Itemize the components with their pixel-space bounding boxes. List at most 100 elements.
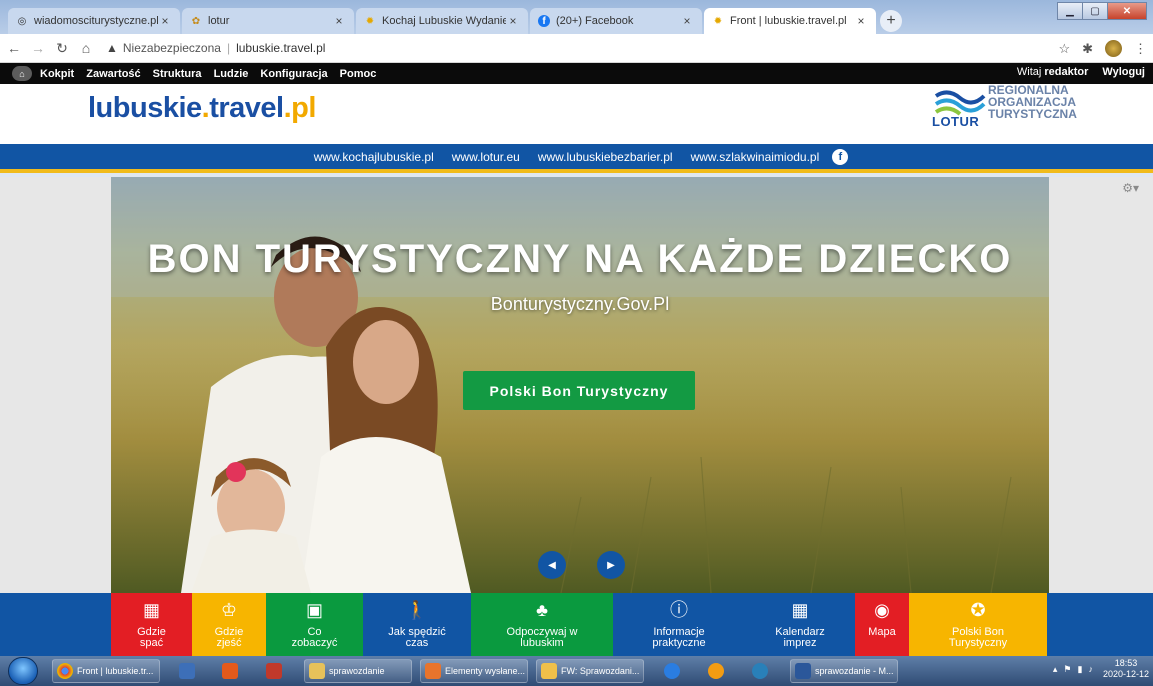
- bookmark-star-icon[interactable]: ☆: [1058, 41, 1070, 57]
- category-informacje-praktyczne[interactable]: ⓘ Informacje praktyczne: [613, 593, 745, 656]
- maximize-button[interactable]: ▢: [1082, 2, 1108, 20]
- facebook-icon[interactable]: f: [832, 148, 849, 165]
- browser-menu-icon[interactable]: ⋮: [1134, 41, 1147, 57]
- site-header: lubuskie.travel.pl LOTUR REGIONALNA ORGA…: [0, 84, 1153, 144]
- category-jak-spedzic-czas[interactable]: 🚶 Jak spędzić czas: [363, 593, 471, 656]
- lotur-logo[interactable]: LOTUR REGIONALNA ORGANIZACJA TURYSTYCZNA: [930, 84, 1100, 140]
- media-player-icon: [222, 663, 238, 679]
- taskbar-item-chrome[interactable]: Front | lubuskie.tr...: [52, 659, 160, 683]
- admin-username[interactable]: redaktor: [1044, 66, 1088, 78]
- system-tray: ▴ ⚑ ▮ ♪ 18:53 2020-12-12: [1053, 658, 1149, 680]
- minimize-button[interactable]: ▁: [1057, 2, 1083, 20]
- taskbar-item-outlook[interactable]: Elementy wysłane...: [420, 659, 528, 683]
- partner-link-lubuskiebezbarier[interactable]: www.lubuskiebezbarier.pl: [538, 150, 673, 164]
- network-icon[interactable]: ▮: [1078, 664, 1083, 675]
- profile-avatar[interactable]: [1105, 40, 1122, 57]
- home-icon[interactable]: ⌂: [76, 40, 96, 56]
- category-menu: ▦ Gdzie spać ♔ Gdzie zjeść ▣ Co zobaczyć…: [0, 593, 1153, 656]
- app-icon: [266, 663, 282, 679]
- partner-link-lotur[interactable]: www.lotur.eu: [452, 150, 520, 164]
- windows-taskbar: Front | lubuskie.tr... sprawozdanie Elem…: [0, 656, 1153, 686]
- tray-arrow-icon[interactable]: ▴: [1053, 664, 1058, 675]
- partner-links-bar: www.kochajlubuskie.pl www.lotur.eu www.l…: [0, 144, 1153, 173]
- site-logo[interactable]: lubuskie.travel.pl: [88, 92, 316, 125]
- admin-menu-pomoc[interactable]: Pomoc: [340, 68, 377, 80]
- admin-home-icon[interactable]: ⌂: [12, 66, 32, 81]
- tree-icon: ♣: [536, 599, 548, 620]
- taskbar-pin[interactable]: [218, 659, 242, 683]
- taskbar-pin[interactable]: [704, 659, 728, 683]
- admin-welcome: Witaj redaktor: [1016, 66, 1089, 78]
- category-mapa[interactable]: ◉ Mapa: [855, 593, 909, 656]
- chef-icon: ♔: [220, 599, 238, 620]
- category-kalendarz-imprez[interactable]: ▦ Kalendarz imprez: [745, 593, 855, 656]
- category-gdzie-spac[interactable]: ▦ Gdzie spać: [111, 593, 192, 656]
- info-icon: ⓘ: [670, 599, 688, 620]
- polski-bon-button[interactable]: Polski Bon Turystyczny: [463, 371, 695, 410]
- taskbar-pin[interactable]: [660, 659, 684, 683]
- chrome-icon: [57, 663, 73, 679]
- app-icon: [708, 663, 724, 679]
- browser-tab-strip: ◎ wiadomosciturystyczne.pl/aktual × ✿ lo…: [0, 0, 1153, 34]
- browser-tab[interactable]: f (20+) Facebook ×: [530, 8, 702, 34]
- calendar-icon: ▦: [791, 599, 809, 620]
- new-tab-button[interactable]: +: [880, 10, 902, 32]
- partner-link-kochajlubuskie[interactable]: www.kochajlubuskie.pl: [314, 150, 434, 164]
- tab-title: Kochaj Lubuskie Wydanie specja: [382, 15, 506, 27]
- facebook-icon: f: [538, 15, 550, 27]
- folder-icon: [309, 663, 325, 679]
- volume-icon[interactable]: ♪: [1088, 664, 1093, 674]
- forward-icon[interactable]: →: [28, 40, 48, 56]
- start-button[interactable]: [8, 657, 38, 685]
- browser-tab[interactable]: ✹ Kochaj Lubuskie Wydanie specja ×: [356, 8, 528, 34]
- category-co-zobaczyc[interactable]: ▣ Co zobaczyć: [266, 593, 363, 656]
- browser-tab[interactable]: ✿ lotur ×: [182, 8, 354, 34]
- security-label: Niezabezpieczona: [122, 41, 221, 55]
- browser-tab-active[interactable]: ✹ Front | lubuskie.travel.pl ×: [704, 8, 876, 34]
- taskbar-pin[interactable]: [262, 659, 286, 683]
- admin-menu-kokpit[interactable]: Kokpit: [40, 68, 74, 80]
- back-icon[interactable]: ←: [4, 40, 24, 56]
- url-field[interactable]: ▲ Niezabezpieczona | lubuskie.travel.pl: [106, 41, 325, 55]
- reload-icon[interactable]: ↻: [52, 40, 72, 57]
- hotel-icon: ▦: [142, 599, 160, 620]
- app-icon: [179, 663, 195, 679]
- admin-menu-struktura[interactable]: Struktura: [153, 68, 202, 80]
- hero-subtitle[interactable]: Bonturystyczny.Gov.Pl: [111, 294, 1049, 315]
- close-tab-icon[interactable]: ×: [680, 14, 694, 28]
- globe-icon: ◎: [17, 15, 27, 27]
- close-tab-icon[interactable]: ×: [506, 14, 520, 28]
- taskbar-item-folder[interactable]: sprawozdanie: [304, 659, 412, 683]
- taskbar-pin[interactable]: [748, 659, 772, 683]
- location-pin-icon: ◉: [874, 599, 890, 620]
- close-tab-icon[interactable]: ×: [854, 14, 868, 28]
- outlook-icon: [425, 663, 441, 679]
- partner-link-szlakwinaimiodu[interactable]: www.szlakwinaimiodu.pl: [691, 150, 820, 164]
- admin-menu-zawartosc[interactable]: Zawartość: [86, 68, 140, 80]
- address-bar: ← → ↻ ⌂ ▲ Niezabezpieczona | lubuskie.tr…: [0, 34, 1153, 63]
- admin-menu-konfiguracja[interactable]: Konfiguracja: [260, 68, 327, 80]
- admin-menu-ludzie[interactable]: Ludzie: [214, 68, 249, 80]
- gear-icon[interactable]: ⚙▾: [1122, 181, 1139, 195]
- close-tab-icon[interactable]: ×: [332, 14, 346, 28]
- hero-area: ⚙▾ BON TURYSTYCZNY NA KAŻDE DZIECKO Bont…: [0, 177, 1153, 593]
- clock[interactable]: 18:53 2020-12-12: [1103, 658, 1149, 680]
- taskbar-item-mail[interactable]: FW: Sprawozdani...: [536, 659, 644, 683]
- close-tab-icon[interactable]: ×: [158, 14, 172, 28]
- chevron-left-icon: ◀: [548, 559, 556, 571]
- category-odpoczywaj[interactable]: ♣ Odpoczywaj w lubuskim: [471, 593, 613, 656]
- lotur-org-name: REGIONALNA ORGANIZACJA TURYSTYCZNA: [988, 83, 1077, 121]
- category-polski-bon[interactable]: ✪ Polski Bon Turystyczny: [909, 593, 1047, 656]
- taskbar-item-word[interactable]: sprawozdanie - M...: [790, 659, 898, 683]
- taskbar-pin[interactable]: [175, 659, 199, 683]
- tab-title: lotur: [208, 15, 230, 27]
- close-window-button[interactable]: ✕: [1107, 2, 1147, 20]
- logout-link[interactable]: Wyloguj: [1102, 66, 1145, 78]
- extensions-icon[interactable]: ✱: [1082, 41, 1093, 57]
- hero-slider: BON TURYSTYCZNY NA KAŻDE DZIECKO Bontury…: [111, 177, 1049, 593]
- browser-tab[interactable]: ◎ wiadomosciturystyczne.pl/aktual ×: [8, 8, 180, 34]
- slider-prev-button[interactable]: ◀: [538, 551, 566, 579]
- slider-next-button[interactable]: ▶: [597, 551, 625, 579]
- category-gdzie-zjesc[interactable]: ♔ Gdzie zjeść: [192, 593, 266, 656]
- flag-icon[interactable]: ⚑: [1063, 664, 1071, 675]
